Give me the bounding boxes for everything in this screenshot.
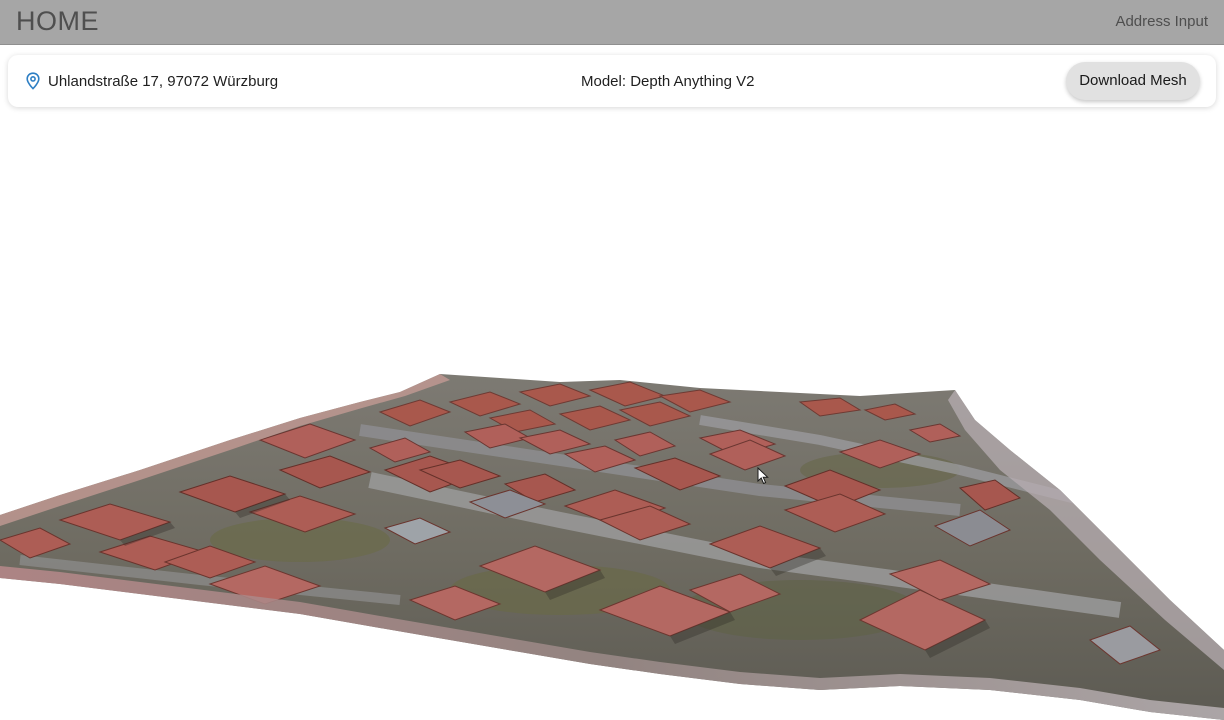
download-mesh-button[interactable]: Download Mesh <box>1066 62 1200 100</box>
terrain-mesh-render <box>0 374 1224 720</box>
info-bar: Uhlandstraße 17, 97072 Würzburg Model: D… <box>8 55 1216 107</box>
address-text: Uhlandstraße 17, 97072 Würzburg <box>48 73 279 90</box>
top-navigation-bar: HOME Address Input <box>0 0 1224 45</box>
location-pin-icon <box>26 72 40 90</box>
home-title-link[interactable]: HOME <box>16 6 99 37</box>
address-input-link[interactable]: Address Input <box>1115 13 1208 30</box>
3d-mesh-viewport[interactable] <box>0 115 1224 720</box>
model-label: Model: Depth Anything V2 <box>581 73 755 90</box>
